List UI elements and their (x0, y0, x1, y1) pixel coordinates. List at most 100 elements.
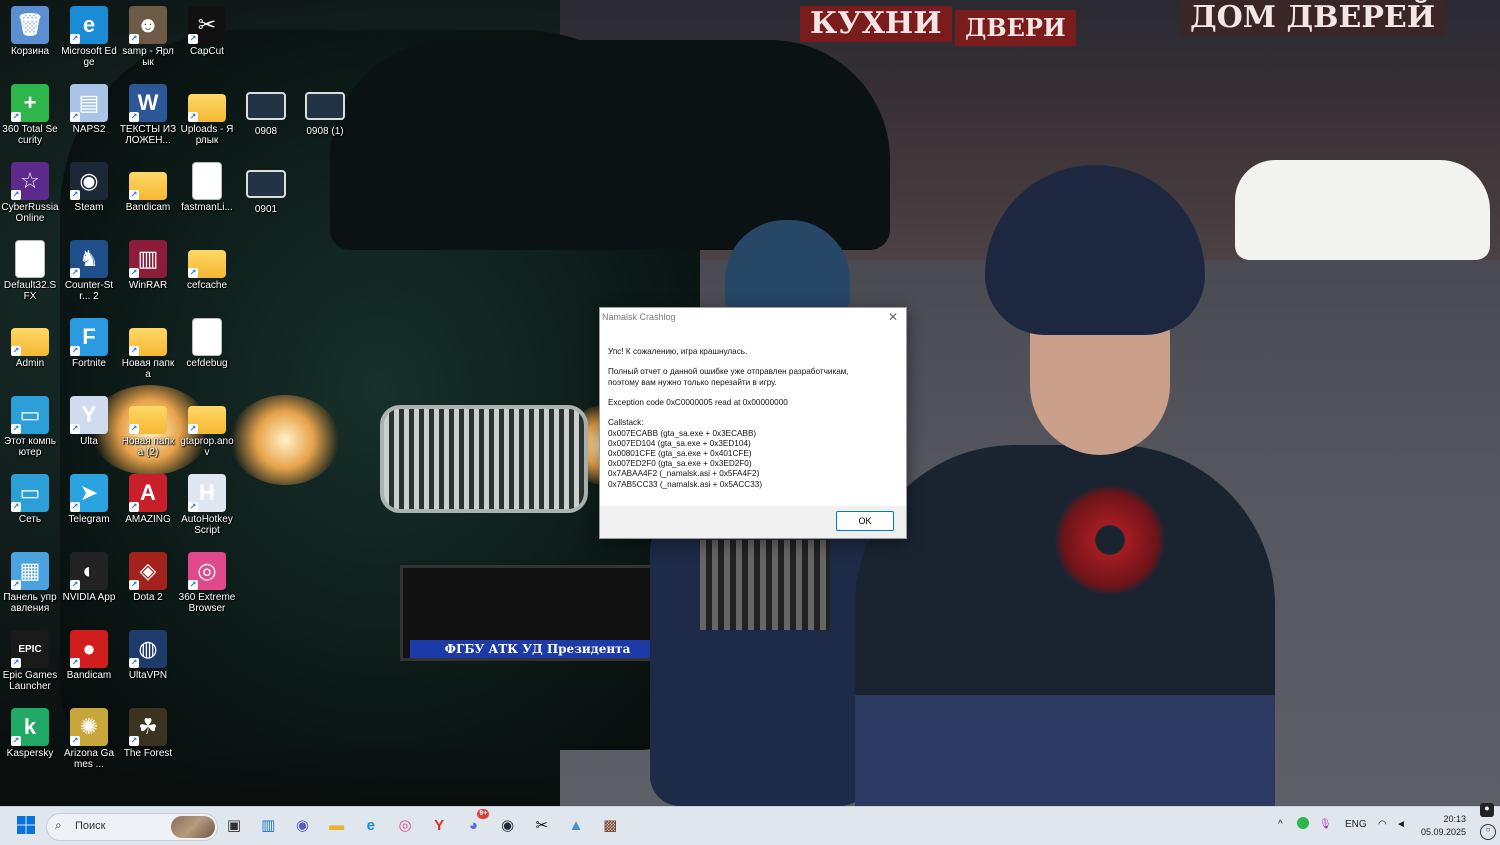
wifi-icon[interactable]: ◠ (1378, 819, 1387, 830)
shortcut-arrow-icon: ↗ (188, 112, 198, 122)
desktop-icon[interactable]: F ↗ Fortnite (60, 318, 118, 369)
desktop-icon[interactable]: ◐ ↗ NVIDIA App (60, 552, 118, 603)
desktop-icon[interactable]: ♞ ↗ Counter-Str... 2 (60, 240, 118, 302)
shortcut-arrow-icon: ↗ (11, 736, 21, 746)
dialog-line: поэтому вам нужно только перезайти в игр… (608, 377, 777, 387)
desktop-icon[interactable]: ▭ ↗ Сеть (1, 474, 59, 525)
dialog-title: Namalsk Crashlog (602, 312, 676, 322)
start-button[interactable] (14, 813, 38, 837)
language-indicator[interactable]: ENG (1345, 819, 1367, 830)
desktop-icon[interactable]: ▥ ↗ WinRAR (119, 240, 177, 291)
shortcut-arrow-icon: ↗ (188, 268, 198, 278)
desktop-icon-label: Панель управления (3, 592, 57, 614)
app-icon: ☘ ↗ (129, 708, 167, 746)
shortcut-arrow-icon: ↗ (70, 112, 80, 122)
dialog-line: 0x007ED104 (gta_sa.exe + 0x3ED104) (608, 438, 751, 448)
desktop-icon[interactable]: ✂ ↗ CapCut (178, 6, 236, 57)
desktop-icon[interactable]: W ↗ ТЕКСТЫ ИЗЛОЖЕН... (119, 84, 177, 146)
shortcut-arrow-icon: ↗ (70, 268, 80, 278)
desktop-icon[interactable]: fastmanLi... (178, 162, 236, 213)
app-icon: ✂ ↗ (188, 6, 226, 44)
desktop-icon[interactable]: ◈ ↗ Dota 2 (119, 552, 177, 603)
taskbar-360-browser-icon[interactable]: ◎ (393, 813, 417, 837)
taskbar-task-view-icon[interactable]: ▣ (222, 813, 246, 837)
desktop-icon-label: Steam (74, 202, 104, 213)
desktop-icon[interactable]: ↗ Новая папка (119, 318, 177, 380)
desktop-icon[interactable]: + ↗ 360 Total Security (1, 84, 59, 146)
360-security-tray-icon[interactable] (1297, 817, 1309, 829)
desktop-icon[interactable]: 0901 (237, 162, 295, 215)
desktop-icon-label: gtaprop.anov (180, 436, 234, 458)
desktop-icon[interactable]: k ↗ Kaspersky (1, 708, 59, 759)
desktop-icon[interactable]: ↗ Admin (1, 318, 59, 369)
ok-button[interactable]: OK (836, 511, 894, 531)
desktop-icon[interactable]: H ↗ AutoHotkey Script (178, 474, 236, 536)
desktop-icon[interactable]: Y ↗ Ulta (60, 396, 118, 447)
desktop-icon[interactable]: e ↗ Microsoft Edge (60, 6, 118, 68)
app-icon: ◍ ↗ (129, 630, 167, 668)
app-icon: H ↗ (188, 474, 226, 512)
desktop-icon[interactable]: ☻ ↗ samp - Ярлык (119, 6, 177, 68)
search-box[interactable]: ⌕ Поиск (46, 813, 218, 841)
desktop-icon[interactable]: ↗ Bandicam (119, 162, 177, 213)
app-icon: k ↗ (11, 708, 49, 746)
desktop-icon[interactable]: A ↗ AMAZING (119, 474, 177, 525)
taskbar-capcut-icon[interactable]: ✂ (530, 813, 554, 837)
shortcut-arrow-icon: ↗ (11, 502, 21, 512)
clock[interactable]: 20:13 05.09.2025 (1421, 813, 1466, 839)
desktop-icon[interactable]: ☘ ↗ The Forest (119, 708, 177, 759)
desktop-icon[interactable]: Default32.SFX (1, 240, 59, 302)
desktop-icon[interactable]: ▦ ↗ Панель управления (1, 552, 59, 614)
desktop-icon-label: 0908 (254, 126, 278, 137)
desktop-icon[interactable]: ◎ ↗ 360 Extreme Browser (178, 552, 236, 614)
desktop-icon[interactable]: 0908 (237, 84, 295, 137)
desktop-icon-label: AMAZING (125, 514, 171, 525)
speaker-icon[interactable]: ◄ (1396, 819, 1406, 830)
shortcut-arrow-icon: ↗ (11, 190, 21, 200)
windows-icon (17, 816, 35, 834)
desktop-icon[interactable]: ● ↗ Bandicam (60, 630, 118, 681)
taskbar: ⌕ Поиск ▣ ▥ ◉ ▬ e ◎ Y ◕ 9+ ◉ ✂ ▲ ▩ ^ 🎙 ENG ◠ ◄ 20:13… (0, 803, 1500, 845)
taskbar-steam-icon[interactable]: ◉ (496, 813, 520, 837)
desktop-icon[interactable]: ↗ Uploads - Ярлык (178, 84, 236, 146)
desktop-icon[interactable]: 🗑 Корзина (1, 6, 59, 57)
desktop-icon[interactable]: ↗ gtaprop.anov (178, 396, 236, 458)
taskbar-edge-icon[interactable]: e (359, 813, 383, 837)
shortcut-arrow-icon: ↗ (129, 736, 139, 746)
desktop-icon[interactable]: ▭ ↗ Этот компьютер (1, 396, 59, 458)
desktop-icon[interactable]: ▤ ↗ NAPS2 (60, 84, 118, 135)
wallpaper-child-sweater (700, 540, 830, 630)
dialog-line: 0x7AB5CC33 (_namalsk.asi + 0x5ACC33) (608, 479, 763, 489)
taskbar-photos-icon[interactable]: ▲ (564, 813, 588, 837)
app-icon: ☆ ↗ (11, 162, 49, 200)
app-icon: ♞ ↗ (70, 240, 108, 278)
app-icon: F ↗ (70, 318, 108, 356)
taskbar-discord-icon[interactable]: ◕ 9+ (461, 809, 490, 837)
desktop-icon-label: Telegram (68, 514, 110, 525)
desktop-icon[interactable]: ↗ Новая папка (2) (119, 396, 177, 458)
close-icon[interactable]: ✕ (886, 310, 900, 324)
notification-icon[interactable]: ○ (1480, 824, 1496, 840)
taskbar-game-icon[interactable]: ▩ (598, 813, 622, 837)
desktop-icon[interactable]: ◉ ↗ Steam (60, 162, 118, 213)
wallpaper-grille (380, 405, 588, 513)
microphone-icon[interactable]: 🎙 (1319, 819, 1332, 830)
taskbar-yandex-icon[interactable]: Y (427, 813, 451, 837)
desktop-icon[interactable]: ↗ cefcache (178, 240, 236, 291)
app-icon: ✺ ↗ (70, 708, 108, 746)
desktop-icon-label: fastmanLi... (181, 202, 233, 213)
desktop-icon[interactable]: cefdebug (178, 318, 236, 369)
desktop-icon-label: Ulta (80, 436, 98, 447)
mic-indicator-icon[interactable]: ● (1480, 803, 1494, 817)
desktop-icon[interactable]: ✺ ↗ Arizona Games ... (60, 708, 118, 770)
shortcut-arrow-icon: ↗ (129, 34, 139, 44)
taskbar-explorer-icon[interactable]: ▬ (325, 813, 349, 837)
taskbar-widgets-icon[interactable]: ▥ (256, 813, 280, 837)
desktop-icon[interactable]: EPIC ↗ Epic Games Launcher (1, 630, 59, 692)
desktop-icon[interactable]: ☆ ↗ CyberRussia Online (1, 162, 59, 224)
desktop-icon[interactable]: 0908 (1) (296, 84, 354, 137)
desktop-icon[interactable]: ◍ ↗ UltaVPN (119, 630, 177, 681)
chevron-up-icon[interactable]: ^ (1278, 819, 1283, 830)
taskbar-chat-icon[interactable]: ◉ (290, 813, 314, 837)
desktop-icon[interactable]: ➤ ↗ Telegram (60, 474, 118, 525)
